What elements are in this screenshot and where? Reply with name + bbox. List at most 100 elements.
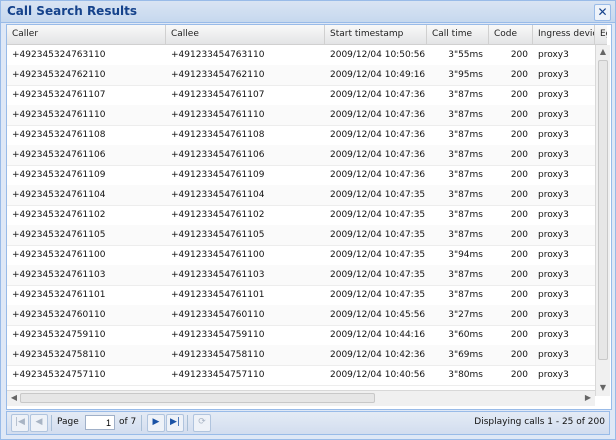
toolbar-separator xyxy=(141,415,142,431)
column-header-callee[interactable]: Callee xyxy=(166,25,325,44)
table-row[interactable]: +492345324761105 +491233454761105 2009/12/… xyxy=(7,225,595,246)
ingress-device-cell: proxy3 xyxy=(538,250,569,260)
horizontal-scroll-thumb[interactable] xyxy=(20,393,375,403)
close-icon[interactable]: ✕ xyxy=(594,4,611,21)
table-row[interactable]: +492345324761110 +491233454761110 2009/12/… xyxy=(7,105,595,126)
paging-status-text: Displaying calls 1 - 25 of 200 xyxy=(474,417,605,427)
caller-cell: +492345324757110 xyxy=(12,370,106,380)
callee-cell: +491233454761105 xyxy=(171,230,265,240)
caller-cell: +492345324760110 xyxy=(12,310,106,320)
call-time-cell: 3"69ms xyxy=(448,350,483,360)
table-row[interactable]: +492345324761108 +491233454761108 2009/12/… xyxy=(7,125,595,146)
ingress-device-cell: proxy3 xyxy=(538,190,569,200)
caller-cell: +492345324762110 xyxy=(12,70,106,80)
caller-cell: +492345324761106 xyxy=(12,150,106,160)
grid-body: +492345324763110 +491233454763110 2009/12/… xyxy=(7,45,595,390)
table-row[interactable]: +492345324761100 +491233454761100 2009/12/… xyxy=(7,245,595,266)
prev-page-icon[interactable]: ◀ xyxy=(30,414,48,432)
table-row[interactable]: +492345324762110 +491233454762110 2009/12/… xyxy=(7,65,595,86)
ingress-device-cell: proxy3 xyxy=(538,310,569,320)
scroll-up-icon[interactable]: ▲ xyxy=(596,46,610,58)
callee-cell: +491233454761101 xyxy=(171,290,265,300)
caller-cell: +492345324761109 xyxy=(12,170,106,180)
table-row[interactable]: +492345324758110 +491233454758110 2009/12/… xyxy=(7,345,595,366)
ingress-device-cell: proxy3 xyxy=(538,130,569,140)
ingress-device-cell: proxy3 xyxy=(538,50,569,60)
next-page-icon[interactable]: ▶ xyxy=(147,414,165,432)
ingress-device-cell: proxy3 xyxy=(538,150,569,160)
first-page-icon[interactable]: |◀ xyxy=(11,414,29,432)
start-timestamp-cell: 2009/12/04 10:47:35 xyxy=(330,190,426,200)
callee-cell: +491233454761104 xyxy=(171,190,265,200)
caller-cell: +492345324761107 xyxy=(12,90,106,100)
callee-cell: +491233454758110 xyxy=(171,350,265,360)
vertical-scrollbar[interactable]: ▲ ▼ xyxy=(595,45,610,396)
caller-cell: +492345324761102 xyxy=(12,210,106,220)
column-header-call-time[interactable]: Call time xyxy=(427,25,489,44)
horizontal-scrollbar[interactable]: ◀ ▶ xyxy=(7,390,595,406)
table-row[interactable]: +492345324757110 +491233454757110 2009/12/… xyxy=(7,365,595,386)
table-row[interactable]: +492345324761107 +491233454761107 2009/12/… xyxy=(7,85,595,106)
column-header-start-timestamp[interactable]: Start timestamp xyxy=(325,25,427,44)
column-header-code[interactable]: Code xyxy=(489,25,533,44)
call-time-cell: 3"87ms xyxy=(448,190,483,200)
caller-cell: +492345324761110 xyxy=(12,110,106,120)
caller-cell: +492345324759110 xyxy=(12,330,106,340)
call-time-cell: 3"87ms xyxy=(448,110,483,120)
refresh-icon[interactable]: ⟳ xyxy=(193,414,211,432)
code-cell: 200 xyxy=(510,150,528,160)
call-time-cell: 3"55ms xyxy=(448,50,483,60)
callee-cell: +491233454763110 xyxy=(171,50,265,60)
start-timestamp-cell: 2009/12/04 10:47:36 xyxy=(330,90,426,100)
call-time-cell: 3"95ms xyxy=(448,70,483,80)
code-cell: 200 xyxy=(510,290,528,300)
ingress-device-cell: proxy3 xyxy=(538,70,569,80)
ingress-device-cell: proxy3 xyxy=(538,370,569,380)
column-header-caller[interactable]: Caller xyxy=(7,25,166,44)
callee-cell: +491233454761103 xyxy=(171,270,265,280)
table-row[interactable]: +492345324761106 +491233454761106 2009/12/… xyxy=(7,145,595,166)
table-row[interactable]: +492345324759110 +491233454759110 2009/12/… xyxy=(7,325,595,346)
table-row[interactable]: +492345324761104 +491233454761104 2009/12/… xyxy=(7,185,595,206)
call-time-cell: 3"87ms xyxy=(448,90,483,100)
callee-cell: +491233454761106 xyxy=(171,150,265,160)
results-grid: Caller Callee Start timestamp Call time … xyxy=(6,24,612,410)
table-row[interactable]: +492345324761103 +491233454761103 2009/12/… xyxy=(7,265,595,286)
call-time-cell: 3"27ms xyxy=(448,310,483,320)
ingress-device-cell: proxy3 xyxy=(538,290,569,300)
last-page-icon[interactable]: ▶| xyxy=(166,414,184,432)
table-row[interactable]: +492345324761109 +491233454761109 2009/12/… xyxy=(7,165,595,186)
caller-cell: +492345324758110 xyxy=(12,350,106,360)
vertical-scroll-thumb[interactable] xyxy=(598,60,608,360)
toolbar-separator xyxy=(187,415,188,431)
call-time-cell: 3"87ms xyxy=(448,230,483,240)
table-row[interactable]: +492345324763110 +491233454763110 2009/12/… xyxy=(7,45,595,66)
scroll-down-icon[interactable]: ▼ xyxy=(596,382,610,394)
call-time-cell: 3"87ms xyxy=(448,150,483,160)
toolbar-separator xyxy=(51,415,52,431)
start-timestamp-cell: 2009/12/04 10:42:36 xyxy=(330,350,426,360)
start-timestamp-cell: 2009/12/04 10:50:56 xyxy=(330,50,426,60)
column-header-ingress-device[interactable]: Ingress device xyxy=(533,25,595,44)
scroll-left-icon[interactable]: ◀ xyxy=(7,392,21,404)
callee-cell: +491233454761110 xyxy=(171,110,265,120)
callee-cell: +491233454757110 xyxy=(171,370,265,380)
caller-cell: +492345324761104 xyxy=(12,190,106,200)
start-timestamp-cell: 2009/12/04 10:47:35 xyxy=(330,210,426,220)
callee-cell: +491233454761109 xyxy=(171,170,265,180)
callee-cell: +491233454759110 xyxy=(171,330,265,340)
table-row[interactable]: +492345324761102 +491233454761102 2009/12/… xyxy=(7,205,595,226)
caller-cell: +492345324761108 xyxy=(12,130,106,140)
table-row[interactable]: +492345324760110 +491233454760110 2009/12/… xyxy=(7,305,595,326)
page-number-input[interactable] xyxy=(85,415,115,430)
code-cell: 200 xyxy=(510,250,528,260)
table-row[interactable]: +492345324761101 +491233454761101 2009/12/… xyxy=(7,285,595,306)
scroll-right-icon[interactable]: ▶ xyxy=(581,392,595,404)
code-cell: 200 xyxy=(510,90,528,100)
code-cell: 200 xyxy=(510,210,528,220)
window-titlebar[interactable]: Call Search Results ✕ xyxy=(1,1,615,23)
column-header-egress-device[interactable]: Eg xyxy=(595,25,607,44)
ingress-device-cell: proxy3 xyxy=(538,210,569,220)
code-cell: 200 xyxy=(510,130,528,140)
callee-cell: +491233454761107 xyxy=(171,90,265,100)
